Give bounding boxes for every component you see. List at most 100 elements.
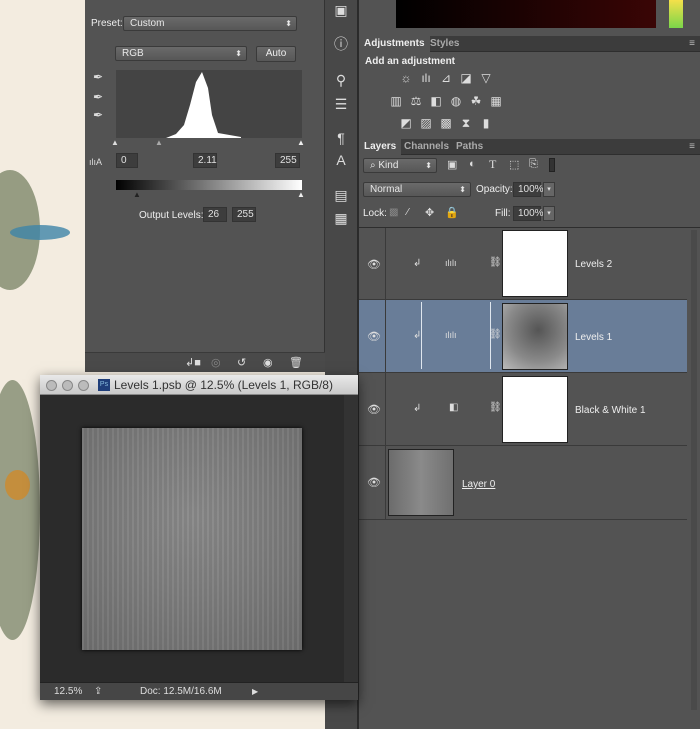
filter-toggle[interactable] <box>549 158 555 172</box>
input-black-field[interactable]: 0 <box>116 153 138 168</box>
filter-type-icon[interactable]: T <box>489 157 496 172</box>
filter-pixel-icon[interactable]: ▣ <box>447 158 457 171</box>
tab-layers[interactable]: Layers <box>359 139 402 155</box>
layer-name[interactable]: Levels 2 <box>575 259 612 270</box>
layer-name[interactable]: Layer 0 <box>462 479 495 490</box>
layer-row[interactable]: 👁 ↲ ılılı ⛓ Levels 2 <box>359 228 687 300</box>
layers-scrollbar[interactable] <box>691 230 697 710</box>
gradient-map-icon[interactable]: ▮ <box>479 116 493 130</box>
zoom-button[interactable] <box>78 380 89 391</box>
notes-icon[interactable]: ▦ <box>331 208 351 228</box>
layer-comps-icon[interactable]: ▤ <box>331 185 351 205</box>
output-black-field[interactable]: 26 <box>203 207 227 222</box>
posterize-icon[interactable]: ▨ <box>419 116 433 130</box>
status-menu-arrow-icon[interactable]: ▶ <box>252 683 258 700</box>
layer-name[interactable]: Levels 1 <box>575 332 612 343</box>
output-black-slider[interactable]: ▲ <box>133 190 141 199</box>
minimize-button[interactable] <box>62 380 73 391</box>
input-white-field[interactable]: 255 <box>275 153 300 168</box>
curves-icon[interactable]: ⊿ <box>439 71 453 85</box>
tab-styles[interactable]: Styles <box>425 36 464 52</box>
tab-adjustments[interactable]: Adjustments <box>359 36 430 52</box>
color-balance-icon[interactable]: ⚖ <box>409 94 423 108</box>
delete-icon[interactable]: 🗑 <box>289 356 303 369</box>
layer-mask-thumbnail[interactable] <box>502 376 568 443</box>
filter-smart-object-icon[interactable]: ⎘ <box>529 158 538 171</box>
filter-adjustment-icon[interactable]: ◐ <box>469 158 476 170</box>
layer-row[interactable]: 👁 Layer 0 <box>359 446 687 520</box>
black-eyedropper-icon[interactable]: ✒ <box>93 70 103 84</box>
color-lookup-icon[interactable]: ▦ <box>489 94 503 108</box>
filter-shape-icon[interactable]: ⬚ <box>509 158 519 171</box>
invert-icon[interactable]: ◩ <box>399 116 413 130</box>
3d-icon[interactable]: ▣ <box>331 0 351 20</box>
document-title-bar[interactable]: Ps Levels 1.psb @ 12.5% (Levels 1, RGB/8… <box>40 375 358 395</box>
link-icon[interactable]: ⛓ <box>489 257 502 268</box>
layer-row[interactable]: 👁 ↲ ◧ ⛓ Black & White 1 <box>359 373 687 446</box>
brightness-contrast-icon[interactable]: ☼ <box>399 71 413 85</box>
lock-pixels-icon[interactable]: ⁄ <box>407 207 409 218</box>
hue-saturation-icon[interactable]: ▥ <box>389 94 403 108</box>
panel-menu-icon[interactable]: ≡ <box>689 141 695 152</box>
input-white-slider[interactable]: ▲ <box>297 138 305 147</box>
hue-slider[interactable] <box>669 0 683 28</box>
input-gamma-field[interactable]: 2.11 <box>193 153 217 168</box>
brush-presets-icon[interactable]: ⚲ <box>331 70 351 90</box>
info-icon[interactable]: ⓘ <box>331 34 351 54</box>
fill-slider-button[interactable]: ▾ <box>543 206 555 221</box>
auto-button[interactable]: Auto <box>256 46 296 62</box>
output-white-slider[interactable]: ▲ <box>297 190 305 199</box>
white-eyedropper-icon[interactable]: ✒ <box>93 108 103 122</box>
close-button[interactable] <box>46 380 57 391</box>
fill-field[interactable]: 100% <box>513 206 544 221</box>
zoom-level[interactable]: 12.5% <box>54 683 82 700</box>
layer-row[interactable]: 👁 ↲ ılılı ⛓ Levels 1 <box>359 300 687 373</box>
gray-eyedropper-icon[interactable]: ✒ <box>93 90 103 104</box>
layer-thumbnail[interactable] <box>388 449 454 516</box>
color-picker-field[interactable] <box>396 0 656 28</box>
clip-shadow-icon[interactable]: ılıA <box>89 157 102 167</box>
blend-mode-dropdown[interactable]: Normal <box>363 182 471 197</box>
canvas-scrollbar[interactable] <box>344 395 358 682</box>
input-black-slider[interactable]: ▲ <box>111 138 119 147</box>
visibility-icon[interactable]: ◉ <box>263 356 273 369</box>
selective-color-icon[interactable]: ⧗ <box>459 116 473 130</box>
layer-mask-thumbnail[interactable] <box>502 230 568 297</box>
character-icon[interactable]: A <box>331 150 351 170</box>
opacity-slider-button[interactable]: ▾ <box>543 182 555 197</box>
preset-dropdown[interactable]: Custom <box>123 16 297 31</box>
share-icon[interactable]: ⇪ <box>94 683 102 700</box>
reset-icon[interactable]: ↺ <box>237 356 246 369</box>
visibility-eye-icon[interactable]: 👁 <box>367 476 381 489</box>
input-gamma-slider[interactable]: ▲ <box>155 138 163 147</box>
levels-icon[interactable]: ılı <box>419 71 433 85</box>
lock-transparency-icon[interactable]: ▩ <box>389 207 398 218</box>
channel-mixer-icon[interactable]: ☘ <box>469 94 483 108</box>
lock-all-icon[interactable]: 🔒 <box>445 206 459 219</box>
layer-mask-thumbnail[interactable] <box>502 303 568 370</box>
link-icon[interactable]: ⛓ <box>489 402 502 413</box>
threshold-icon[interactable]: ▩ <box>439 116 453 130</box>
panel-menu-icon[interactable]: ≡ <box>689 38 695 49</box>
layer-name[interactable]: Black & White 1 <box>575 405 646 416</box>
paragraph-icon[interactable]: ¶ <box>331 128 351 148</box>
filter-kind-dropdown[interactable]: ⌕ Kind <box>363 158 437 173</box>
link-icon[interactable]: ⛓ <box>489 329 502 340</box>
tab-channels[interactable]: Channels <box>399 139 454 155</box>
visibility-eye-icon[interactable]: 👁 <box>367 403 381 416</box>
visibility-eye-icon[interactable]: 👁 <box>367 258 381 271</box>
document-canvas[interactable] <box>82 428 302 650</box>
photo-filter-icon[interactable]: ◍ <box>449 94 463 108</box>
lock-position-icon[interactable]: ✥ <box>425 206 434 219</box>
visibility-eye-icon[interactable]: 👁 <box>367 330 381 343</box>
vibrance-icon[interactable]: ▽ <box>479 71 493 85</box>
opacity-field[interactable]: 100% <box>513 182 544 197</box>
view-previous-icon[interactable]: ◎ <box>211 356 221 369</box>
tab-paths[interactable]: Paths <box>451 139 488 155</box>
output-white-field[interactable]: 255 <box>232 207 256 222</box>
clip-to-layer-icon[interactable]: ↲■ <box>185 356 201 369</box>
black-white-icon[interactable]: ◧ <box>429 94 443 108</box>
brush-icon[interactable]: ☰ <box>331 94 351 114</box>
exposure-icon[interactable]: ◪ <box>459 71 473 85</box>
channel-dropdown[interactable]: RGB <box>115 46 247 61</box>
